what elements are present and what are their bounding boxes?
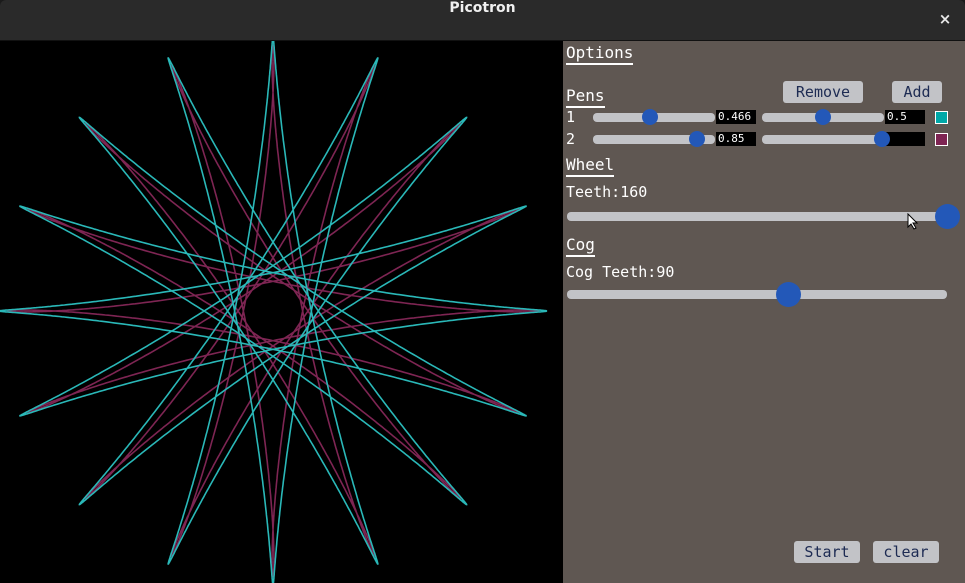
wheel-heading: Wheel [566,156,615,177]
pen2-slider-b-value [885,132,925,146]
wheel-teeth-caption: Teeth: [566,183,621,201]
cog-teeth-label: Cog Teeth:90 [566,263,674,281]
pen1-slider-a-value: 0.466 [716,110,756,124]
pen2-trace [6,44,540,578]
pen2-slider-a-knob[interactable] [688,131,705,147]
title-bar: Picotron × [0,0,965,41]
close-icon[interactable]: × [935,10,955,30]
window-title: Picotron [449,0,516,16]
mouse-pointer-icon [907,213,919,230]
wheel-teeth-slider-track[interactable] [567,212,947,221]
start-button[interactable]: Start [794,541,860,563]
cog-heading: Cog [566,236,595,257]
pen2-slider-b-track[interactable] [762,135,884,144]
pen1-slider-a-knob[interactable] [641,109,658,125]
pen-index: 2 [566,130,576,148]
clear-button[interactable]: clear [873,541,939,563]
cog-teeth-value: 90 [656,263,675,281]
pen1-trace [0,41,548,583]
pen2-slider-a-value: 0.85 [716,132,756,146]
spirograph-drawing [0,41,548,583]
remove-pen-button[interactable]: Remove [783,81,863,103]
pen1-slider-b-knob[interactable] [815,109,831,125]
pen1-color-swatch[interactable] [935,111,948,124]
pens-heading: Pens [566,87,605,108]
cog-teeth-slider-knob[interactable] [776,282,802,307]
options-panel: Options Pens Remove Add 1 0.466 0.5 2 0.… [563,41,965,583]
wheel-teeth-label: Teeth:160 [566,183,647,201]
wheel-teeth-slider-knob[interactable] [934,204,960,229]
pen-index: 1 [566,108,576,126]
add-pen-button[interactable]: Add [892,81,942,103]
cog-teeth-slider-track[interactable] [567,290,947,299]
pen1-slider-b-value: 0.5 [885,110,925,124]
wheel-teeth-value: 160 [620,183,648,201]
options-heading: Options [566,44,634,65]
pen2-slider-b-knob[interactable] [873,131,890,147]
pen2-color-swatch[interactable] [935,133,948,146]
cog-teeth-caption: Cog Teeth: [566,263,657,281]
drawing-canvas[interactable] [0,41,563,583]
app-window: Picotron × Options Pens Remove Add 1 0.4… [0,0,965,583]
